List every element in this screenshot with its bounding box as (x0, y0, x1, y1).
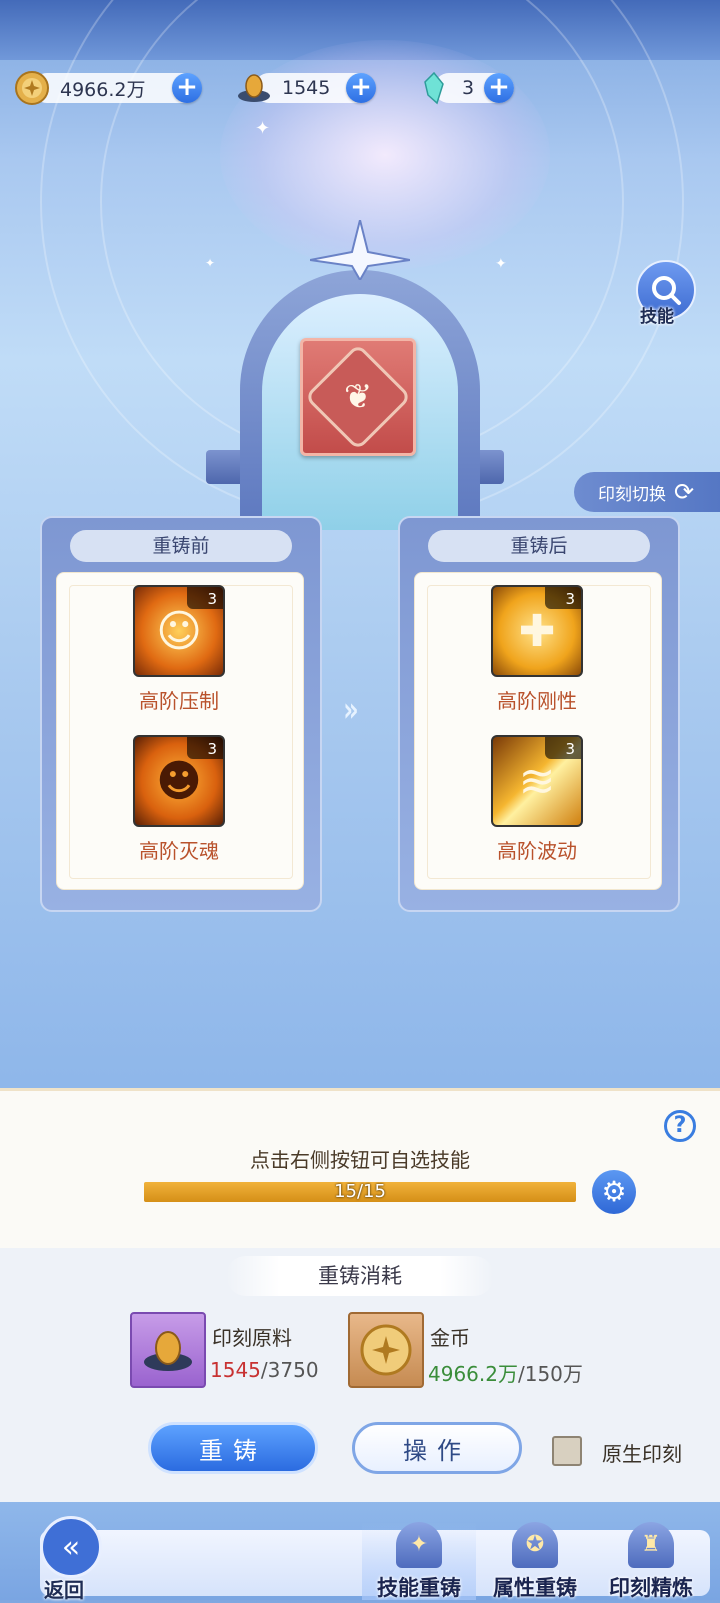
crystal-amount: 3 (462, 77, 475, 99)
skill-name: 高阶压制 (139, 689, 219, 713)
attribute-recast-icon: ✪ (512, 1522, 558, 1568)
imprint-material-icon (236, 70, 272, 106)
currency-crystal: 3 + (416, 70, 514, 106)
skill-card[interactable]: 3 ☻ (133, 735, 225, 827)
after-recast-title: 重铸后 (428, 530, 650, 562)
sparkle-icon: ✦ (205, 256, 216, 270)
skill-card[interactable]: 3 ☺ (133, 585, 225, 677)
before-recast-panel: 重铸前 3 ☺ 高阶压制 3 ☻ 高阶灭魂 (40, 516, 322, 912)
skill-select-settings-button[interactable]: ⚙ (592, 1170, 636, 1214)
skill-recast-icon: ✦ (396, 1522, 442, 1568)
star-crown-icon (310, 220, 410, 280)
gear-icon: ⚙ (601, 1175, 627, 1208)
gold-cost-icon (348, 1312, 424, 1388)
crystal-icon (416, 70, 452, 106)
before-recast-title: 重铸前 (70, 530, 292, 562)
help-button[interactable]: ? (664, 1110, 696, 1142)
material-cost-label: 印刻原料 (212, 1326, 292, 1350)
select-skill-hint: 点击右侧按钮可自选技能 (250, 1148, 470, 1172)
selection-progress-bar: 15/15 (144, 1182, 576, 1202)
imprint-switch-button[interactable]: 印刻切换 ⟳ (574, 472, 720, 512)
gold-amount: 4966.2万 (60, 78, 146, 101)
gold-cost-label: 金币 (430, 1326, 470, 1350)
native-imprint-checkbox[interactable] (552, 1436, 582, 1466)
before-skill-list: 3 ☺ 高阶压制 3 ☻ 高阶灭魂 (56, 572, 304, 890)
skill-card[interactable]: 3 ✚ (491, 585, 583, 677)
after-skill-list: 3 ✚ 高阶刚性 3 ≋ 高阶波动 (414, 572, 662, 890)
progress-text: 15/15 (334, 1181, 386, 1202)
recast-button[interactable]: 重铸 (148, 1422, 318, 1474)
sparkle-icon: ✦ (255, 118, 271, 139)
add-crystal-button[interactable]: + (484, 73, 514, 103)
add-gold-button[interactable]: + (172, 73, 202, 103)
refresh-icon: ⟳ (674, 478, 695, 506)
imprint-emblem[interactable]: ❦ (300, 338, 416, 456)
back-arrow-icon: « (61, 1530, 81, 1565)
tab-attribute-recast[interactable]: ✪ 属性重铸 (478, 1522, 592, 1600)
imprint-switch-label: 印刻切换 (598, 484, 666, 505)
material-amount: 1545 (282, 77, 331, 99)
native-imprint-label: 原生印刻 (602, 1442, 682, 1466)
tab-skill-recast[interactable]: ✦ 技能重铸 (362, 1522, 476, 1600)
gold-coin-icon (14, 70, 50, 106)
operate-button[interactable]: 操作 (352, 1422, 522, 1474)
material-cost-value: 1545/3750 (210, 1358, 319, 1382)
double-chevron-right-icon: » (343, 690, 359, 730)
currency-gold: 4966.2万 + (14, 70, 202, 106)
skill-name: 高阶刚性 (497, 689, 577, 713)
skill-name: 高阶灭魂 (139, 839, 219, 863)
skill-name: 高阶波动 (497, 839, 577, 863)
tab-imprint-refine[interactable]: ♜ 印刻精炼 (594, 1522, 708, 1600)
cost-title: 重铸消耗 (226, 1256, 494, 1296)
gold-cost-value: 4966.2万/150万 (428, 1362, 583, 1386)
back-button[interactable]: « (40, 1516, 102, 1578)
sparkle-icon: ✦ (495, 256, 507, 272)
winged-crest-icon: ❦ (343, 377, 373, 417)
skill-card[interactable]: 3 ≋ (491, 735, 583, 827)
currency-material: 1545 + (236, 70, 376, 106)
imprint-refine-icon: ♜ (628, 1522, 674, 1568)
imprint-material-cost-icon (130, 1312, 206, 1388)
back-label: 返回 (44, 1578, 84, 1602)
skill-view-label: 技能 (640, 307, 674, 327)
add-material-button[interactable]: + (346, 73, 376, 103)
after-recast-panel: 重铸后 3 ✚ 高阶刚性 3 ≋ 高阶波动 (398, 516, 680, 912)
